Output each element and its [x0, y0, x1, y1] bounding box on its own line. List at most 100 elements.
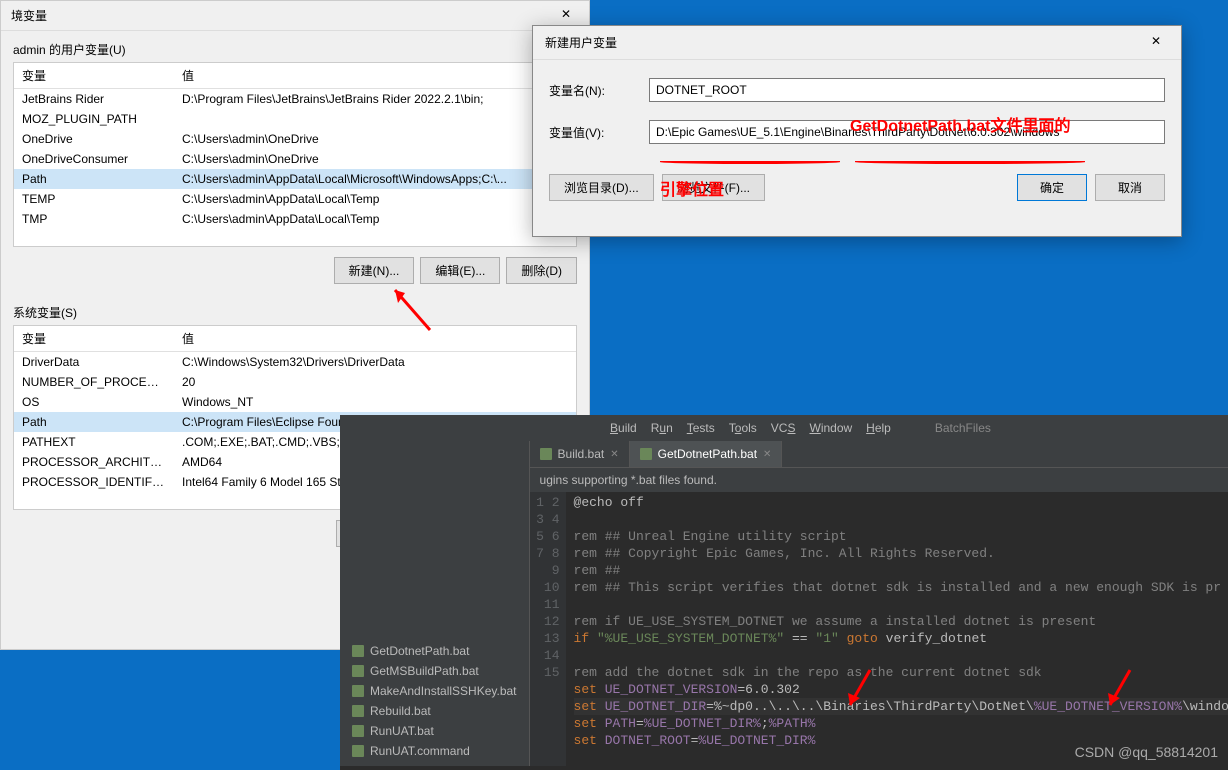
var-value: Windows_NT	[174, 392, 576, 412]
var-name: PROCESSOR_IDENTIFIER	[14, 472, 174, 492]
var-value: C:\Users\admin\OneDrive	[174, 149, 576, 169]
menu-tools[interactable]: Tools	[729, 421, 757, 435]
underline-annotation	[855, 160, 1085, 164]
var-cancel-button[interactable]: 取消	[1095, 174, 1165, 201]
menu-help[interactable]: Help	[866, 421, 891, 435]
file-icon	[640, 448, 652, 460]
file-icon	[352, 685, 364, 697]
var-value: C:\Users\admin\AppData\Local\Temp	[174, 209, 576, 229]
var-ok-button[interactable]: 确定	[1017, 174, 1087, 201]
user-vars-label: admin 的用户变量(U)	[1, 31, 589, 62]
table-row[interactable]: DriverDataC:\Windows\System32\Drivers\Dr…	[14, 352, 576, 373]
table-row[interactable]: NUMBER_OF_PROCESSORS20	[14, 372, 576, 392]
var-value: 20	[174, 372, 576, 392]
editor-tabs: Build.bat ✕ GetDotnetPath.bat ✕	[530, 441, 1228, 468]
browse-dir-button[interactable]: 浏览目录(D)...	[549, 174, 654, 201]
file-icon	[352, 645, 364, 657]
menu-build[interactable]: Build	[610, 421, 637, 435]
new-user-var-button[interactable]: 新建(N)...	[334, 257, 415, 284]
ide-window: Build Run Tests Tools VCS Window Help Ba…	[340, 415, 1228, 770]
var-value: D:\Program Files\JetBrains\JetBrains Rid…	[174, 89, 576, 110]
file-name: GetDotnetPath.bat	[370, 644, 469, 658]
ide-menubar: Build Run Tests Tools VCS Window Help Ba…	[340, 415, 1228, 441]
code-content[interactable]: @echo off rem ## Unreal Engine utility s…	[566, 492, 1228, 766]
var-value: C:\Users\admin\AppData\Local\Temp	[174, 189, 576, 209]
col-variable[interactable]: 变量	[14, 326, 174, 352]
table-row[interactable]: OSWindows_NT	[14, 392, 576, 412]
edit-user-var-button[interactable]: 编辑(E)...	[420, 257, 500, 284]
file-name: MakeAndInstallSSHKey.bat	[370, 684, 517, 698]
arrow-icon	[1100, 665, 1140, 715]
close-icon[interactable]: ✕	[553, 7, 579, 24]
ide-notification: ugins supporting *.bat files found.	[530, 468, 1228, 492]
table-row[interactable]: TMPC:\Users\admin\AppData\Local\Temp	[14, 209, 576, 229]
dialog-titlebar: 境变量 ✕	[1, 1, 589, 31]
dialog-titlebar: 新建用户变量 ✕	[533, 26, 1181, 60]
line-gutter: 1 2 3 4 5 6 7 8 9 10 11 12 13 14 15	[530, 492, 566, 766]
dialog-title: 新建用户变量	[545, 34, 617, 51]
var-name: DriverData	[14, 352, 174, 373]
var-name: Path	[14, 169, 174, 189]
file-icon	[352, 665, 364, 677]
var-name: TEMP	[14, 189, 174, 209]
var-value: C:\Windows\System32\Drivers\DriverData	[174, 352, 576, 373]
var-name: Path	[14, 412, 174, 432]
var-name: JetBrains Rider	[14, 89, 174, 110]
var-name: PATHEXT	[14, 432, 174, 452]
tree-item[interactable]: RunUAT.bat	[340, 721, 529, 741]
tree-item[interactable]: GetDotnetPath.bat	[340, 641, 529, 661]
var-name-input[interactable]	[649, 78, 1165, 102]
table-row[interactable]: MOZ_PLUGIN_PATH	[14, 109, 576, 129]
editor-tab[interactable]: GetDotnetPath.bat ✕	[630, 441, 783, 467]
table-row[interactable]: JetBrains RiderD:\Program Files\JetBrain…	[14, 89, 576, 110]
table-row[interactable]: OneDriveConsumerC:\Users\admin\OneDrive	[14, 149, 576, 169]
var-name: MOZ_PLUGIN_PATH	[14, 109, 174, 129]
arrow-icon	[840, 665, 880, 715]
close-icon[interactable]: ✕	[1143, 34, 1169, 51]
tab-label: Build.bat	[558, 447, 605, 461]
var-value: C:\Users\admin\OneDrive	[174, 129, 576, 149]
menu-vcs[interactable]: VCS	[771, 421, 796, 435]
var-name: PROCESSOR_ARCHITECT...	[14, 452, 174, 472]
col-variable[interactable]: 变量	[14, 63, 174, 89]
close-tab-icon[interactable]: ✕	[610, 449, 618, 460]
annotation-file-inside: GetDotnetPath.bat文件里面的	[850, 112, 1070, 136]
var-name: TMP	[14, 209, 174, 229]
watermark: CSDN @qq_58814201	[1075, 744, 1218, 760]
tree-item[interactable]: Rebuild.bat	[340, 701, 529, 721]
col-value[interactable]: 值	[174, 326, 576, 352]
tree-item[interactable]: MakeAndInstallSSHKey.bat	[340, 681, 529, 701]
file-icon	[540, 448, 552, 460]
menu-run[interactable]: Run	[651, 421, 673, 435]
breadcrumb: BatchFiles	[935, 421, 991, 435]
close-tab-icon[interactable]: ✕	[763, 449, 771, 460]
file-name: RunUAT.bat	[370, 724, 434, 738]
tree-item[interactable]: GetMSBuildPath.bat	[340, 661, 529, 681]
file-name: GetMSBuildPath.bat	[370, 664, 479, 678]
var-name: OS	[14, 392, 174, 412]
var-value: C:\Users\admin\AppData\Local\Microsoft\W…	[174, 169, 576, 189]
menu-tests[interactable]: Tests	[687, 421, 715, 435]
table-row[interactable]: OneDriveC:\Users\admin\OneDrive	[14, 129, 576, 149]
var-name: OneDrive	[14, 129, 174, 149]
user-vars-table: 变量 值 JetBrains RiderD:\Program Files\Jet…	[13, 62, 577, 247]
delete-user-var-button[interactable]: 删除(D)	[506, 257, 577, 284]
tree-item[interactable]: RunUAT.command	[340, 741, 529, 761]
tab-label: GetDotnetPath.bat	[658, 447, 757, 461]
file-icon	[352, 725, 364, 737]
file-name: RunUAT.command	[370, 744, 470, 758]
table-row[interactable]: TEMPC:\Users\admin\AppData\Local\Temp	[14, 189, 576, 209]
var-name: NUMBER_OF_PROCESSORS	[14, 372, 174, 392]
code-editor[interactable]: 1 2 3 4 5 6 7 8 9 10 11 12 13 14 15 @ech…	[530, 492, 1228, 766]
var-value	[174, 109, 576, 129]
file-tree: GetDotnetPath.bat GetMSBuildPath.bat MakeA…	[340, 441, 530, 766]
file-icon	[352, 745, 364, 757]
menu-window[interactable]: Window	[809, 421, 852, 435]
var-name-label: 变量名(N):	[549, 82, 649, 99]
underline-annotation	[660, 160, 840, 164]
table-row[interactable]: PathC:\Users\admin\AppData\Local\Microso…	[14, 169, 576, 189]
editor-tab[interactable]: Build.bat ✕	[530, 441, 630, 467]
col-value[interactable]: 值	[174, 63, 576, 89]
sys-vars-label: 系统变量(S)	[1, 294, 589, 325]
file-name: Rebuild.bat	[370, 704, 431, 718]
